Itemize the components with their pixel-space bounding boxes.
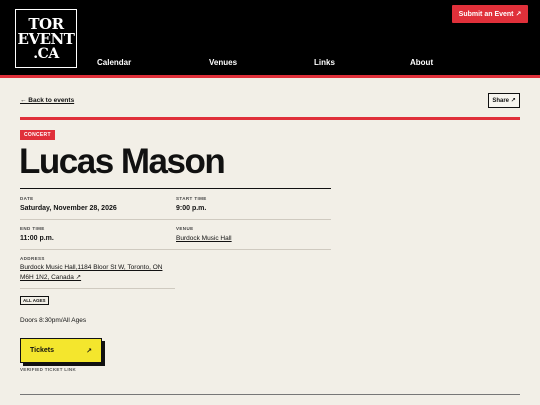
category-badge: CONCERT [20, 130, 55, 140]
date-value: Saturday, November 28, 2026 [20, 205, 117, 212]
age-badge: ALL AGES [20, 296, 49, 305]
nav-about[interactable]: About [410, 58, 433, 67]
doors-info: Doors 8:30pm/All Ages [20, 317, 87, 324]
nav-calendar[interactable]: Calendar [97, 58, 131, 67]
tickets-label: Tickets [30, 347, 54, 354]
start-time-label: START TIME [176, 196, 207, 201]
nav-links[interactable]: Links [314, 58, 335, 67]
row-divider [20, 249, 331, 250]
event-title: Lucas Mason [19, 142, 226, 181]
start-time-value: 9:00 p.m. [176, 205, 207, 212]
nav-venues[interactable]: Venues [209, 58, 237, 67]
site-header: TOR EVENT .CA Calendar Venues Links Abou… [0, 0, 540, 78]
submit-event-button[interactable]: Submit an Event ↗ [452, 5, 528, 23]
venue-link[interactable]: Burdock Music Hall [176, 235, 232, 242]
section-divider [20, 117, 520, 120]
title-divider [20, 188, 331, 189]
logo-line-2: EVENT [17, 29, 75, 48]
external-link-icon: ↗ [86, 347, 92, 355]
date-label: DATE [20, 196, 34, 201]
footer-divider [20, 394, 520, 395]
end-time-value: 11:00 p.m. [20, 235, 54, 242]
address-label: ADDRESS [20, 256, 45, 261]
logo-line-3: .CA [33, 45, 59, 62]
site-logo[interactable]: TOR EVENT .CA [15, 9, 77, 68]
verified-ticket-note: VERIFIED TICKET LINK [20, 367, 77, 372]
back-to-events-link[interactable]: ← Back to events [20, 97, 74, 104]
address-link[interactable]: Burdock Music Hall,1184 Bloor St W, Toro… [20, 263, 170, 283]
end-time-label: END TIME [20, 226, 45, 231]
row-divider [20, 288, 175, 289]
row-divider [20, 219, 331, 220]
venue-label: VENUE [176, 226, 194, 231]
share-button[interactable]: Share ↗ [488, 93, 520, 108]
tickets-button[interactable]: Tickets ↗ [20, 338, 102, 363]
